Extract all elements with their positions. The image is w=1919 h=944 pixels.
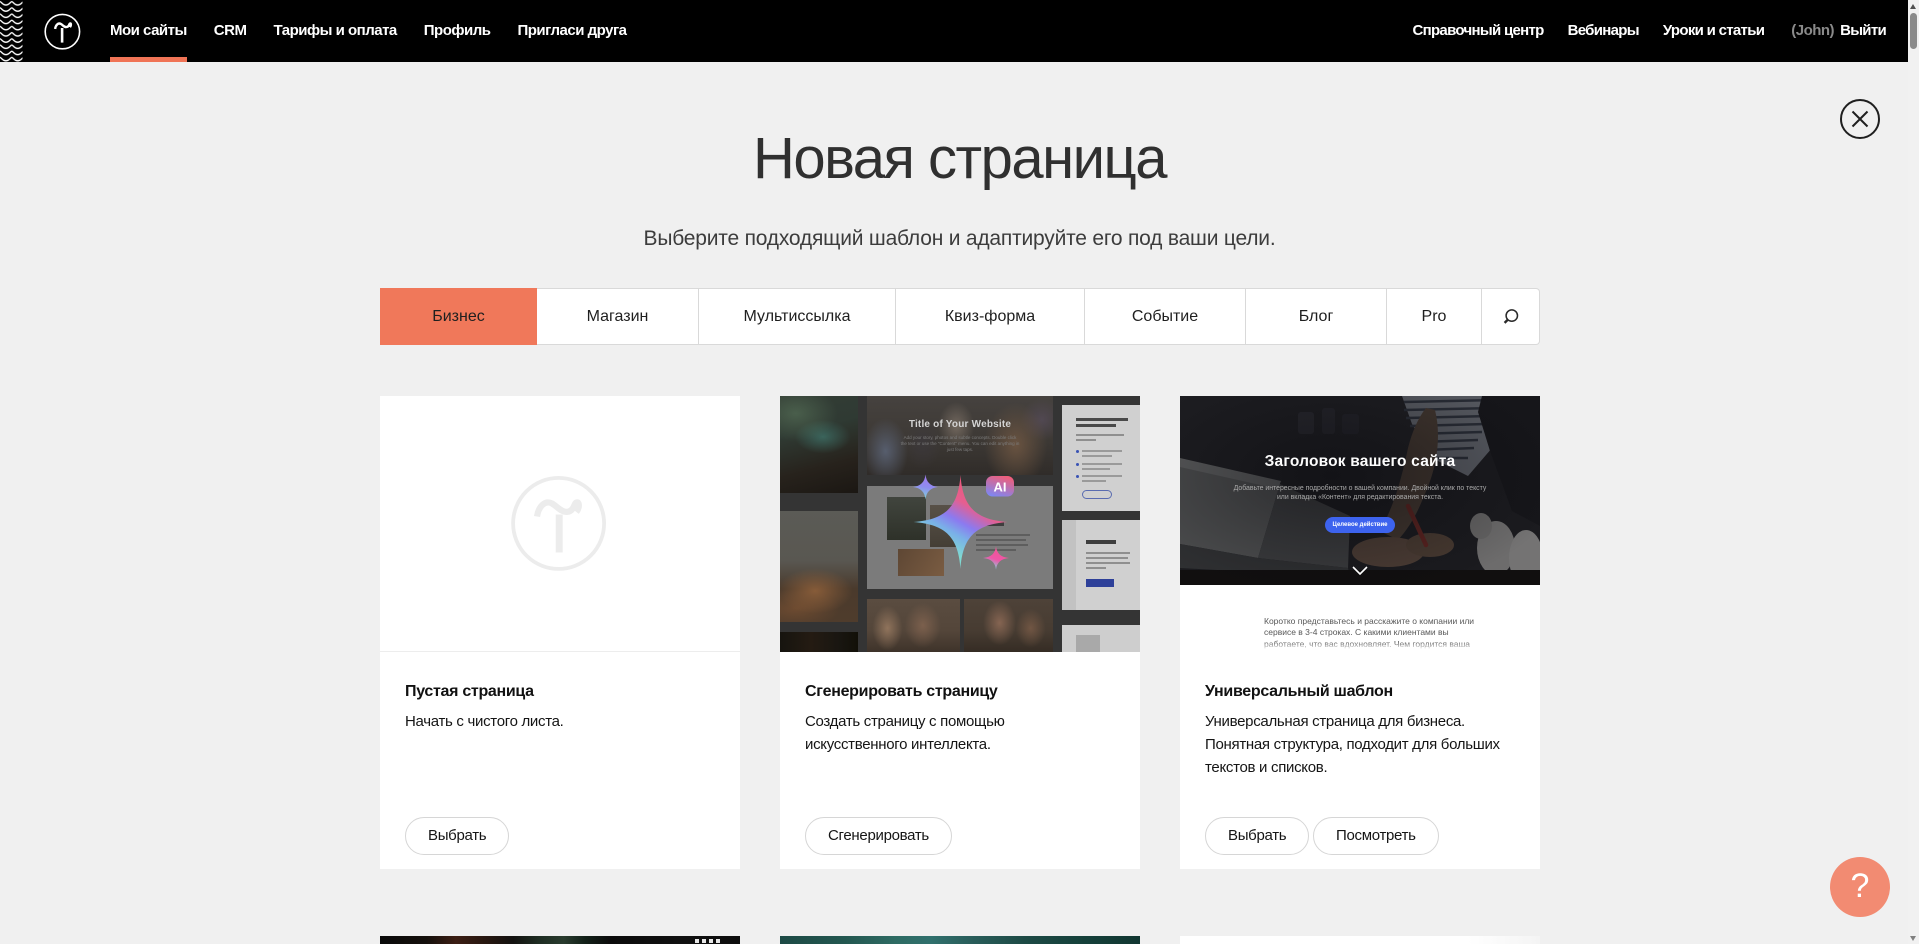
svg-text:AI: AI [994,480,1007,495]
